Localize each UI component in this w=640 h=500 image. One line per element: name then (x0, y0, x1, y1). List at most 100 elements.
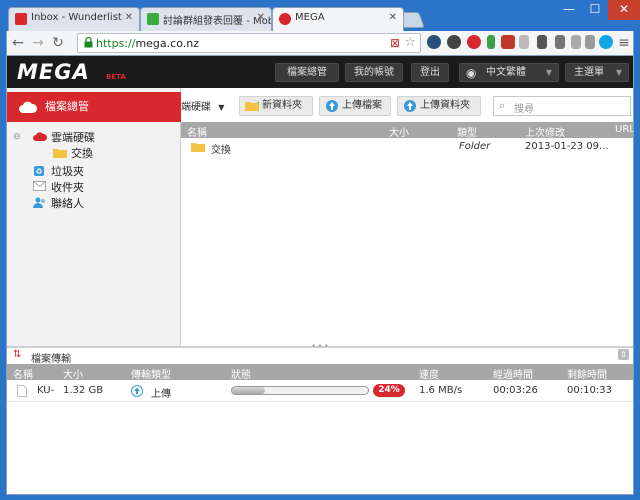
tree-label: 交換 (71, 147, 93, 160)
evernote-icon[interactable] (487, 35, 495, 49)
sidebar: 檔案總管 ⊖ 雲端硬碟 交換 ♻ 垃圾夾 收件夾 聯絡人 (7, 88, 181, 346)
upload-folder-label: 上傳資料夾 (420, 100, 470, 111)
mega-extension-icon[interactable] (467, 35, 481, 49)
svg-text:+: + (256, 100, 259, 107)
tab-mega[interactable]: MEGA ✕ (272, 7, 404, 31)
language-select[interactable]: ◉ 中文繁體 ▼ (459, 63, 559, 82)
tree-label: 垃圾夾 (51, 165, 84, 178)
column-header-remaining[interactable]: 剩餘時間 (567, 366, 607, 381)
sidebar-title[interactable]: 檔案總管 (7, 92, 181, 122)
chevron-down-icon: ▼ (218, 103, 225, 112)
column-header-speed[interactable]: 速度 (419, 366, 439, 381)
tab-mobile01[interactable]: 討論群組發表回覆 - Mob ✕ (140, 7, 272, 31)
column-header-size[interactable]: 大小 (63, 366, 83, 381)
close-tab-icon[interactable]: ✕ (257, 12, 265, 23)
close-tab-icon[interactable]: ✕ (125, 12, 133, 23)
close-tab-icon[interactable]: ✕ (389, 12, 397, 23)
back-button[interactable]: ← (9, 34, 27, 52)
column-header-transfer-type[interactable]: 傳輸類型 (131, 366, 171, 381)
column-header-name[interactable]: 名稱 (13, 366, 33, 381)
collapse-toggle-icon[interactable]: ⊖ (13, 132, 21, 142)
upload-file-label: 上傳檔案 (342, 100, 382, 111)
breadcrumb-label: 端硬碟 (181, 102, 211, 113)
tab-wunderlist[interactable]: Inbox - Wunderlist ✕ (8, 7, 140, 31)
new-folder-button[interactable]: + 新資料夾 (239, 96, 313, 116)
upload-folder-button[interactable]: 上傳資料夾 (397, 96, 481, 116)
tree-label: 聯絡人 (51, 197, 84, 210)
beta-badge: BETA (106, 73, 126, 81)
blocked-icon[interactable]: ⊠ (390, 36, 400, 50)
folder-icon (191, 143, 205, 152)
table-row[interactable]: 交換 Folder 2013-01-23 09... (181, 138, 633, 156)
tab-strip: Inbox - Wunderlist ✕ 討論群組發表回覆 - Mob ✕ ME… (0, 0, 640, 31)
transfer-title: 檔案傳輸 (31, 354, 71, 365)
tree-item-cloud-drive[interactable]: 雲端硬碟 (33, 130, 95, 146)
skype-icon[interactable] (599, 35, 613, 49)
globe-icon: ◉ (466, 66, 477, 80)
column-header-name[interactable]: 名稱 (187, 124, 207, 139)
mega-favicon-icon (279, 13, 291, 25)
column-header-url[interactable]: URL (615, 124, 633, 135)
bookmark-star-icon[interactable]: ☆ (404, 35, 416, 50)
logout-button[interactable]: 登出 (411, 63, 449, 82)
extension-icon[interactable] (501, 35, 515, 49)
column-header-size[interactable]: 大小 (389, 124, 409, 139)
extension-icon[interactable] (447, 35, 461, 49)
envelope-icon (33, 181, 46, 191)
trash-icon: ♻ (34, 166, 44, 176)
search-icon: ⌕ (499, 99, 506, 112)
mega-logo[interactable]: MEGA (17, 60, 90, 84)
upload-icon (404, 100, 416, 112)
tree-item-trash[interactable]: ♻ 垃圾夾 (34, 164, 84, 180)
extension-icon[interactable] (427, 35, 441, 49)
collapse-panel-icon[interactable]: ⇕ (618, 349, 629, 360)
menu-icon[interactable]: ≡ (617, 34, 631, 52)
chevron-down-icon: ▼ (545, 68, 552, 77)
upload-file-button[interactable]: 上傳檔案 (319, 96, 391, 116)
extension-icon[interactable] (537, 35, 547, 49)
reload-button[interactable]: ↻ (49, 34, 67, 52)
column-header-elapsed[interactable]: 經過時間 (493, 366, 533, 381)
column-header-modified[interactable]: 上次修改 (525, 124, 565, 139)
transfer-row[interactable]: KU- 1.32 GB 上傳 24% 1.6 MB/s 00:03:26 00:… (7, 380, 633, 402)
transfer-elapsed: 00:03:26 (493, 385, 538, 396)
breadcrumb[interactable]: 端硬碟 ▼ (181, 98, 224, 113)
new-folder-label: 新資料夾 (262, 100, 302, 111)
extension-icon[interactable] (555, 35, 565, 49)
sidebar-title-label: 檔案總管 (45, 100, 89, 113)
column-header-type[interactable]: 類型 (457, 124, 477, 139)
main-menu-button[interactable]: 主選單 ▼ (565, 63, 629, 82)
address-bar[interactable]: https://mega.co.nz ⊠ ☆ (77, 33, 421, 53)
browser-window: Inbox - Wunderlist ✕ 討論群組發表回覆 - Mob ✕ ME… (0, 0, 640, 500)
tree-item-folder[interactable]: 交換 (53, 146, 93, 162)
forward-button[interactable]: → (29, 34, 47, 52)
folder-icon (53, 149, 67, 158)
my-account-button[interactable]: 我的帳號 (345, 63, 403, 82)
minimize-button[interactable]: — (556, 0, 582, 20)
upload-icon (326, 100, 338, 112)
new-folder-icon: + (245, 100, 259, 111)
file-name: 交換 (211, 145, 231, 156)
lock-icon (84, 37, 93, 48)
tree-label: 收件夾 (51, 181, 84, 194)
wunderlist-favicon-icon (15, 13, 27, 25)
file-icon (17, 385, 27, 397)
search-input[interactable]: ⌕ 搜尋 (493, 96, 631, 116)
cloud-drive-icon (33, 132, 47, 141)
transfer-arrows-icon: ⇅ (13, 349, 22, 360)
column-header-status[interactable]: 狀態 (231, 366, 251, 381)
browser-toolbar: ← → ↻ https://mega.co.nz ⊠ ☆ ≡ (6, 31, 634, 55)
file-manager-button[interactable]: 檔案總管 (275, 63, 339, 82)
transfer-size: 1.32 GB (63, 385, 104, 396)
extension-icon[interactable] (585, 35, 595, 49)
maximize-button[interactable]: ☐ (582, 0, 608, 20)
tree-item-inbox[interactable]: 收件夾 (33, 180, 84, 196)
signal-icon[interactable] (519, 35, 529, 49)
close-window-button[interactable]: ✕ (608, 0, 640, 20)
chevron-down-icon: ▼ (615, 68, 622, 77)
main-menu-label: 主選單 (574, 67, 604, 78)
transfer-speed: 1.6 MB/s (419, 385, 463, 396)
search-placeholder: 搜尋 (514, 104, 534, 115)
tree-item-contacts[interactable]: 聯絡人 (33, 196, 84, 212)
extension-icon[interactable] (571, 35, 581, 49)
